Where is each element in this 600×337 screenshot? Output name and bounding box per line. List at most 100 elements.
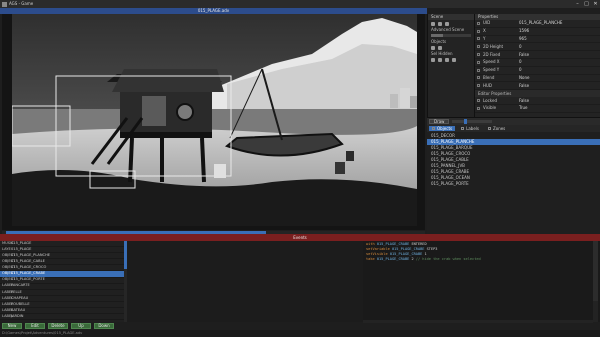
add-object-icon[interactable] <box>431 46 435 50</box>
edit-button[interactable]: Edit <box>25 322 45 329</box>
property-row[interactable]: Y 965 <box>475 36 600 44</box>
checkbox-icon[interactable] <box>477 53 480 57</box>
up-button[interactable]: Up <box>71 322 91 329</box>
command-row[interactable]: LABEL JARDIN <box>0 314 127 321</box>
maximize-icon[interactable]: □ <box>582 0 591 8</box>
select-tool-icon[interactable] <box>431 22 435 26</box>
tool-group-label: Advanced Scene <box>431 27 465 32</box>
objects-tabs: Objects Labels Zones <box>427 125 600 132</box>
property-value[interactable]: 0 <box>519 60 522 64</box>
command-target: 015_PLAGE_CRABE <box>11 271 46 276</box>
property-row[interactable]: HUD False <box>475 82 600 91</box>
property-value[interactable]: 015_PLAGE_PLANCHE <box>519 21 562 25</box>
property-row[interactable]: 2D Height 0 <box>475 43 600 52</box>
property-value[interactable]: None <box>519 75 529 80</box>
checkbox-icon[interactable] <box>477 106 480 110</box>
code-identifier: 015_PLAGE_CRABE <box>389 251 423 256</box>
code-argument: STEP3 <box>424 246 438 251</box>
tab-objects[interactable]: Objects <box>429 125 456 131</box>
checkbox-icon[interactable] <box>477 76 480 80</box>
checkbox-icon[interactable] <box>477 21 480 25</box>
beach-scene-illustration <box>12 14 417 226</box>
property-row[interactable]: Speed X 0 <box>475 59 600 67</box>
script-editor[interactable]: with 015_PLAGE_CRABE ENTERED setVariable … <box>363 241 600 322</box>
property-list: UID 015_PLAGE_PLANCHE X 1596 Y 965 2D Height 0 2… <box>475 20 600 91</box>
object-list-item[interactable]: 015_PLAGE_PORTE <box>427 181 600 187</box>
status-bar: D:\Games\Projet\Adventures\015_PLAGE.adv <box>0 330 600 337</box>
lock-icon[interactable] <box>445 58 449 62</box>
eye-icon[interactable] <box>438 58 442 62</box>
property-key: Speed X <box>483 59 500 65</box>
command-type: LABEL <box>2 283 14 288</box>
close-icon[interactable]: ✕ <box>591 0 600 8</box>
property-row[interactable]: Blend None <box>475 75 600 83</box>
command-type: LABEL <box>2 295 14 300</box>
draw-slider[interactable] <box>452 119 493 124</box>
scrollbar-thumb[interactable] <box>593 241 598 301</box>
property-value[interactable]: 965 <box>519 36 527 41</box>
command-target: BATEAU <box>11 307 26 312</box>
command-type: OBJECT <box>2 259 16 264</box>
checkbox-icon[interactable] <box>477 29 480 33</box>
property-row[interactable]: Speed Y 0 <box>475 67 600 75</box>
code-keyword: setVariable <box>366 246 390 251</box>
checkbox-icon[interactable] <box>477 68 480 72</box>
property-key: Y <box>483 35 486 41</box>
property-row[interactable]: 2D Fixed False <box>475 51 600 59</box>
property-row[interactable]: UID 015_PLAGE_PLANCHE <box>475 20 600 28</box>
slider-knob[interactable] <box>464 119 468 124</box>
property-value[interactable]: False <box>519 52 529 57</box>
scene-tool-icons <box>431 22 471 26</box>
code-argument: 1 <box>422 251 427 256</box>
command-type: MUSIC <box>2 241 14 245</box>
delete-button[interactable]: Delete <box>48 322 68 329</box>
property-key: HUD <box>483 82 493 88</box>
remove-object-icon[interactable] <box>438 46 442 50</box>
property-value[interactable]: 1596 <box>519 29 529 33</box>
scene-viewport[interactable] <box>2 14 425 230</box>
tool-slider[interactable] <box>431 34 471 37</box>
checkbox-icon[interactable] <box>477 99 480 103</box>
hidden-tool-icons <box>431 58 471 62</box>
down-button[interactable]: Down <box>94 322 114 329</box>
viewport-title: 015_PLAGE.adv <box>197 8 230 13</box>
scene-canvas[interactable] <box>12 14 417 226</box>
property-row[interactable]: X 1596 <box>475 28 600 36</box>
checkbox-icon[interactable] <box>477 60 480 64</box>
command-type: LAYE <box>2 246 11 251</box>
brush-icon[interactable] <box>431 58 435 62</box>
command-target: 015_PLAGE <box>11 241 32 245</box>
objects-toolbar: Draw <box>427 118 600 125</box>
checkbox-icon[interactable] <box>477 45 480 49</box>
property-key: X <box>483 28 486 34</box>
property-value[interactable]: True <box>519 106 528 110</box>
layer-icon[interactable] <box>452 58 456 62</box>
draw-button[interactable]: Draw <box>429 119 450 124</box>
checkbox-icon[interactable] <box>477 84 480 88</box>
property-row[interactable]: Visible True <box>475 105 600 113</box>
property-value[interactable]: False <box>519 83 529 88</box>
property-value[interactable]: False <box>519 98 529 103</box>
checkbox-icon[interactable] <box>477 37 480 41</box>
script-hscroll[interactable] <box>363 320 593 323</box>
new-button[interactable]: New <box>2 322 22 329</box>
minimize-icon[interactable]: – <box>573 0 582 8</box>
tab-zones[interactable]: Zones <box>485 126 508 131</box>
property-value[interactable]: 0 <box>519 68 522 72</box>
tab-label: Objects <box>437 125 453 131</box>
events-bar[interactable]: Events <box>0 234 600 241</box>
property-key: 2D Fixed <box>483 51 501 57</box>
objects-panel: Draw Objects Labels Zones 015_DECOR 015_P… <box>427 117 600 234</box>
tool-group-label: Sel Hidden <box>431 51 453 56</box>
move-tool-icon[interactable] <box>438 22 442 26</box>
property-key: 2D Height <box>483 43 504 49</box>
property-value[interactable]: 0 <box>519 44 522 49</box>
tool-group-scene: Advanced Scene Objects Sel Hidden <box>428 20 474 66</box>
tab-labels[interactable]: Labels <box>458 126 482 131</box>
command-target: 015_PLAGE_CROCO <box>11 265 47 270</box>
editor-property-list: Locked False Visible True <box>475 97 600 113</box>
script-vscroll[interactable] <box>593 241 598 322</box>
checkbox-icon <box>432 127 435 130</box>
zoom-tool-icon[interactable] <box>445 22 449 26</box>
property-row[interactable]: Locked False <box>475 97 600 105</box>
